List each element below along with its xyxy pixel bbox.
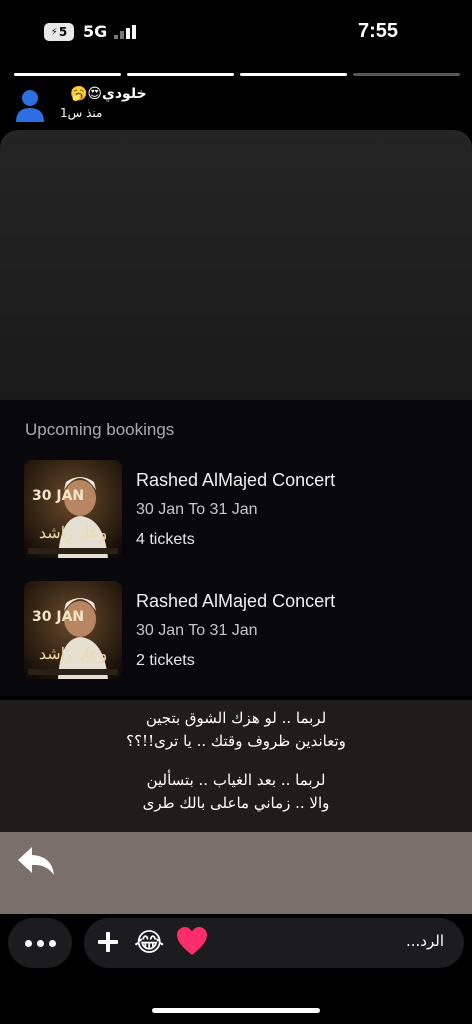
laughing-emoji-icon[interactable]: 😂 [134, 926, 164, 960]
concert-poster: 30 JAN وعاد راشد [24, 460, 122, 558]
booking-dates: 30 Jan To 31 Jan [136, 622, 258, 639]
poster-date: 30 JAN [32, 609, 84, 625]
reply-bar[interactable]: 😂 الرد... [84, 918, 464, 968]
booking-item[interactable]: 30 JAN وعاد راشد Rashed AlMajed Concert … [24, 581, 454, 681]
story-header[interactable]: خلودي😍🥱 منذ س1 [14, 84, 460, 128]
concert-poster: 30 JAN وعاد راشد [24, 581, 122, 679]
booking-title[interactable]: Rashed AlMajed Concert [136, 470, 335, 491]
home-indicator[interactable] [152, 1008, 320, 1013]
progress-segment [240, 73, 347, 76]
bottom-bar: 😂 الرد... [0, 914, 472, 1024]
poster-title: وعاد راشد [39, 644, 107, 663]
booking-tickets: 4 tickets [136, 531, 195, 548]
progress-fill [127, 73, 234, 76]
status-bar: ⚡ 5 5G 7:55 [0, 0, 472, 62]
bookings-title: Upcoming bookings [25, 420, 175, 439]
lyrics-line: والا .. زماني ماعلى بالك طرى [142, 794, 330, 812]
reply-arrow-icon[interactable] [16, 844, 56, 878]
progress-fill [14, 73, 121, 76]
plus-icon[interactable] [96, 930, 120, 954]
story-canvas[interactable] [0, 130, 472, 400]
lyrics-stanza: لربما .. لو هزك الشوق بتجين وتعاندين ظرو… [0, 707, 472, 753]
avatar-icon[interactable] [14, 88, 46, 122]
more-button[interactable] [8, 918, 72, 968]
more-icon [24, 939, 32, 947]
poster-image: 30 JAN وعاد راشد [24, 460, 122, 558]
poster-date: 30 JAN [32, 488, 84, 504]
time-ago: منذ س1 [60, 106, 103, 120]
reply-input[interactable]: الرد... [406, 932, 444, 950]
signal-icon [114, 25, 136, 39]
progress-fill [240, 73, 347, 76]
charging-bolt-icon: ⚡ [50, 26, 58, 38]
progress-segment [14, 73, 121, 76]
lyrics-line: وتعاندين ظروف وقتك .. يا ترى!!؟؟ [126, 732, 346, 750]
lyrics-line: لربما .. بعد الغياب .. بتسألين [146, 771, 326, 789]
progress-segment [127, 73, 234, 76]
network-type: 5G [83, 22, 108, 41]
username[interactable]: خلودي😍🥱 [70, 86, 147, 102]
reply-zone [0, 832, 472, 914]
story-progress [14, 73, 460, 76]
booking-tickets: 2 tickets [136, 652, 195, 669]
battery-level: 5 [58, 25, 68, 39]
lyrics-line: لربما .. لو هزك الشوق بتجين [145, 709, 327, 727]
poster-title: وعاد راشد [39, 523, 107, 542]
bookings-card: Upcoming bookings 30 JAN وعاد راشد Rashe… [0, 400, 472, 696]
heart-icon[interactable] [176, 926, 208, 958]
lyrics-stanza: لربما .. بعد الغياب .. بتسألين والا .. ز… [0, 769, 472, 815]
booking-item[interactable]: 30 JAN وعاد راشد Rashed AlMajed Concert … [24, 460, 454, 560]
booking-title[interactable]: Rashed AlMajed Concert [136, 591, 335, 612]
progress-segment [353, 73, 460, 76]
booking-dates: 30 Jan To 31 Jan [136, 501, 258, 518]
battery-indicator: ⚡ 5 [44, 23, 74, 41]
story-text: لربما .. لو هزك الشوق بتجين وتعاندين ظرو… [0, 700, 472, 832]
poster-image: 30 JAN وعاد راشد [24, 581, 122, 679]
clock: 7:55 [358, 20, 399, 42]
